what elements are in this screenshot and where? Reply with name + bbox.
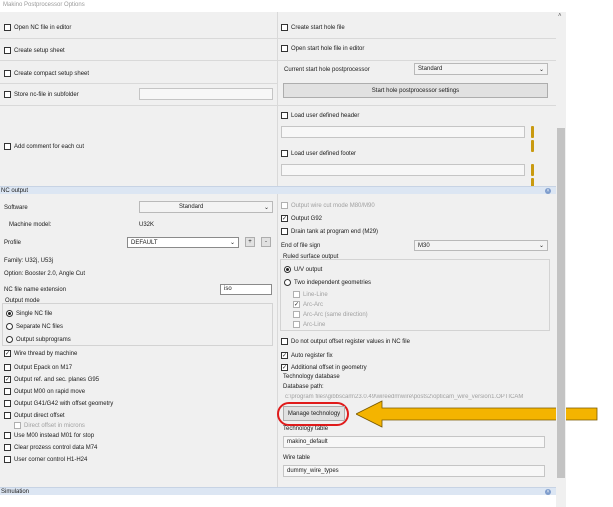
user-corner-checkbox[interactable]: User corner control H1-H24 — [4, 456, 87, 463]
line-line-checkbox[interactable]: Line-Line — [293, 291, 328, 298]
separate-nc-radio[interactable]: Separate NC files — [6, 323, 63, 330]
chevron-down-icon: ⌄ — [229, 240, 235, 246]
open-start-hole-checkbox[interactable]: Open start hole file in editor — [281, 45, 364, 52]
window-title: Makino Postprocessor Options — [3, 2, 85, 8]
divider — [277, 38, 556, 39]
output-g41-checkbox[interactable]: Output G41/G42 with offset geometry — [4, 400, 113, 407]
wire-thread-checkbox[interactable]: ✓ Wire thread by machine — [4, 350, 77, 357]
software-select[interactable]: Standard ⌄ — [139, 201, 273, 213]
machine-model-value: U32K — [139, 222, 155, 228]
extension-label: NC file name extension — [4, 287, 67, 293]
auto-register-checkbox[interactable]: ✓ Auto register fix — [281, 352, 333, 359]
chevron-down-icon: ⌄ — [263, 204, 269, 211]
create-compact-checkbox[interactable]: Create compact setup sheet — [4, 70, 89, 77]
tech-db-label: Technology database — [283, 374, 340, 380]
open-nc-checkbox[interactable]: Open NC file in editor — [4, 24, 71, 31]
output-direct-checkbox[interactable]: Output direct offset — [4, 412, 65, 419]
family-text: Family: U32j, U53j — [4, 258, 54, 264]
uv-output-radio[interactable]: U/V output — [284, 266, 322, 273]
db-path-label: Database path: — [283, 384, 324, 390]
footer-path-input[interactable] — [281, 164, 525, 176]
divider — [277, 60, 556, 61]
clear-process-checkbox[interactable]: Clear prozess control data M74 — [4, 444, 97, 451]
drain-tank-checkbox[interactable]: Drain tank at program end (M29) — [281, 228, 378, 235]
output-ref-checkbox[interactable]: ✓ Output ref. and sec. planes G95 — [4, 376, 99, 383]
subfolder-name-input[interactable] — [139, 88, 273, 100]
output-subprograms-radio[interactable]: Output subprograms — [6, 336, 71, 343]
comment-each-cut-checkbox[interactable]: Add comment for each cut — [4, 143, 84, 150]
nc-output-header[interactable]: NC output ˄ — [0, 186, 556, 194]
two-geometries-radio[interactable]: Two independent geometries — [284, 279, 371, 286]
store-subfolder-checkbox[interactable]: Store nc-file in subfolder — [4, 91, 79, 98]
arc-arc-checkbox[interactable]: ✓ Arc-Arc — [293, 301, 323, 308]
wire-cut-mode-checkbox[interactable]: Output wire cut mode M80/M90 — [281, 202, 375, 209]
machine-model-label: Machine model: — [9, 222, 52, 228]
divider — [277, 194, 278, 487]
chevron-down-icon: ⌄ — [538, 66, 544, 73]
create-setup-checkbox[interactable]: Create setup sheet — [4, 47, 65, 54]
wire-table-label: Wire table — [283, 455, 311, 461]
profile-select[interactable]: DEFAULT ⌄ — [127, 237, 239, 248]
output-epack-checkbox[interactable]: Output Epack on M17 — [4, 364, 72, 371]
remove-profile-button[interactable]: - — [261, 237, 271, 247]
end-of-file-select[interactable]: M30 ⌄ — [414, 240, 548, 251]
manage-technology-button[interactable]: Manage technology — [283, 406, 345, 421]
chevron-down-icon: ⌄ — [538, 243, 544, 249]
start-pp-select[interactable]: Standard ⌄ — [414, 63, 548, 75]
no-offset-register-checkbox[interactable]: Do not output offset register values in … — [281, 338, 410, 345]
collapse-icon[interactable]: ˄ — [545, 489, 551, 495]
wire-table-input[interactable]: dummy_wire_types — [283, 465, 545, 477]
divider — [0, 60, 277, 61]
arc-arc-same-checkbox[interactable]: Arc-Arc (same direction) — [293, 311, 368, 318]
tech-table-input[interactable]: makino_default — [283, 436, 545, 448]
output-g92-checkbox[interactable]: ✓ Output G92 — [281, 215, 322, 222]
output-m00-checkbox[interactable]: Output M00 on rapid move — [4, 388, 85, 395]
direct-microns-checkbox[interactable]: Direct offset in microns — [14, 422, 85, 429]
end-of-file-label: End of file sign — [281, 243, 321, 249]
tech-table-label: Technology table — [283, 426, 329, 432]
option-text: Option: Booster 2.0, Angle Cut — [4, 271, 86, 277]
load-header-checkbox[interactable]: Load user defined header — [281, 112, 359, 119]
add-profile-button[interactable]: + — [245, 237, 255, 247]
single-nc-radio[interactable]: Single NC file — [6, 310, 52, 317]
simulation-header[interactable]: Simulation ˄ — [0, 487, 556, 495]
start-pp-settings-button[interactable]: Start hole postprocessor settings — [283, 83, 548, 98]
start-pp-label: Current start hole postprocessor — [284, 67, 370, 73]
arc-line-checkbox[interactable]: Arc-Line — [293, 321, 325, 328]
use-m00-checkbox[interactable]: Use M00 instead M01 for stop — [4, 432, 94, 439]
folder-icon[interactable] — [531, 164, 537, 190]
software-label: Software — [4, 205, 28, 211]
extension-input[interactable]: iso — [220, 284, 272, 295]
scroll-up-icon[interactable]: ˄ — [558, 13, 562, 19]
divider — [0, 38, 277, 39]
scrollbar-thumb[interactable] — [557, 128, 565, 478]
profile-label: Profile — [4, 240, 22, 246]
create-start-hole-checkbox[interactable]: Create start hole file — [281, 24, 345, 31]
folder-icon[interactable] — [531, 126, 537, 152]
load-footer-checkbox[interactable]: Load user defined footer — [281, 150, 356, 157]
additional-offset-checkbox[interactable]: ✓ Additional offset in geometry — [281, 364, 367, 371]
divider — [0, 83, 277, 84]
divider — [0, 105, 556, 106]
header-path-input[interactable] — [281, 126, 525, 138]
